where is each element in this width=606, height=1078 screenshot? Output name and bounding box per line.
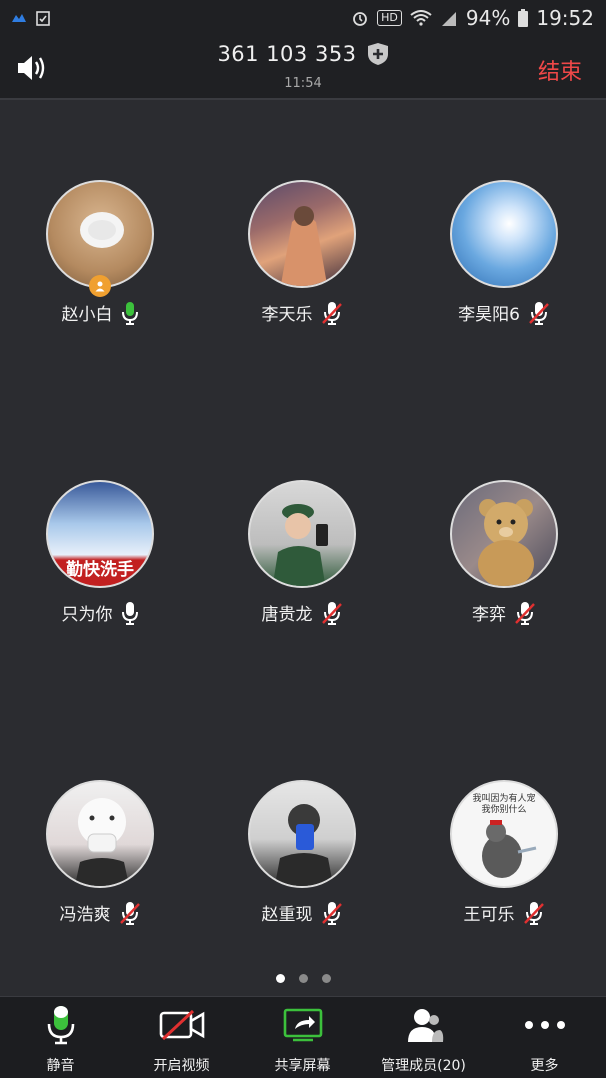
participant-tile[interactable]: 勤快洗手 只为你 xyxy=(0,480,200,640)
end-meeting-button[interactable]: 结束 xyxy=(538,54,582,86)
page-dot[interactable] xyxy=(321,974,331,983)
meeting-timer: 11:54 xyxy=(284,76,322,91)
page-dot-active[interactable] xyxy=(275,974,285,983)
meeting-toolbar: 静音 开启视频 共享屏幕 管理成员(20) 更多 xyxy=(0,996,606,1078)
video-off-icon xyxy=(159,1009,204,1041)
page-dot[interactable] xyxy=(298,974,308,983)
participant-name: 唐贵龙 xyxy=(261,605,313,625)
hd-badge: HD xyxy=(377,10,402,26)
avatar xyxy=(248,480,356,588)
avatar xyxy=(248,780,356,888)
host-user-icon xyxy=(95,281,105,292)
alarm-icon xyxy=(353,12,368,26)
avatar xyxy=(450,180,558,288)
participant-name: 赵小白 xyxy=(61,305,113,325)
avatar xyxy=(46,180,154,288)
share-screen-button[interactable]: 共享屏幕 xyxy=(242,1005,363,1075)
meeting-id: 361 103 353 xyxy=(217,42,357,66)
participant-name: 李昊阳6 xyxy=(458,305,520,325)
page-indicator xyxy=(0,974,606,983)
participant-name: 王可乐 xyxy=(463,905,515,925)
wifi-icon xyxy=(410,10,432,26)
avatar xyxy=(450,480,558,588)
battery-percent: 94% xyxy=(465,6,511,30)
status-bar: HD 94% 19:52 xyxy=(0,0,606,36)
battery-icon xyxy=(518,9,529,27)
task-check-icon xyxy=(36,11,50,26)
participant-name: 李天乐 xyxy=(261,305,313,325)
members-icon xyxy=(407,1009,443,1042)
participant-tile[interactable]: 李天乐 xyxy=(202,180,402,340)
microphone-icon xyxy=(47,1006,74,1045)
mic-muted-icon xyxy=(321,301,342,325)
participant-name: 冯浩爽 xyxy=(59,905,111,925)
participant-name: 只为你 xyxy=(61,605,113,625)
host-badge xyxy=(89,275,111,297)
participant-name: 赵重现 xyxy=(261,905,313,925)
cloud-app-icon xyxy=(12,14,26,22)
mute-button[interactable]: 静音 xyxy=(0,1005,121,1075)
start-video-button[interactable]: 开启视频 xyxy=(121,1005,242,1075)
participant-tile[interactable]: 赵小白 xyxy=(0,180,200,340)
participant-tile[interactable]: 李弈 xyxy=(404,480,604,640)
mic-muted-icon xyxy=(523,901,544,925)
participant-tile[interactable]: 唐贵龙 xyxy=(202,480,402,640)
share-screen-label: 共享屏幕 xyxy=(274,1058,331,1074)
mic-muted-icon xyxy=(321,901,342,925)
avatar: 我叫因为有人宠我你别什么 xyxy=(450,780,558,888)
mic-muted-icon xyxy=(321,601,342,625)
start-video-label: 开启视频 xyxy=(153,1058,210,1074)
avatar-text: 我叫因为有人宠我你别什么 xyxy=(472,794,536,815)
more-icon xyxy=(524,1021,565,1029)
mute-label: 静音 xyxy=(46,1058,75,1074)
clock: 19:52 xyxy=(536,6,594,30)
participant-name: 李弈 xyxy=(472,605,506,625)
avatar xyxy=(46,780,154,888)
participant-tile[interactable]: 我叫因为有人宠我你别什么 王可乐 xyxy=(404,780,604,940)
avatar-text: 勤快洗手 xyxy=(66,560,134,580)
manage-members-button[interactable]: 管理成员(20) xyxy=(363,1005,484,1075)
more-button[interactable]: 更多 xyxy=(484,1005,605,1075)
mic-muted-icon xyxy=(119,901,140,925)
participant-tile[interactable]: 冯浩爽 xyxy=(0,780,200,940)
mic-muted-icon xyxy=(515,601,535,625)
avatar: 勤快洗手 xyxy=(46,480,154,588)
meeting-header: 361 103 353 11:54 结束 xyxy=(0,36,606,100)
share-screen-icon xyxy=(283,1008,322,1042)
mic-active-icon xyxy=(121,301,138,325)
participant-tile[interactable]: 赵重现 xyxy=(202,780,402,940)
participant-tile[interactable]: 李昊阳6 xyxy=(404,180,604,340)
shield-icon[interactable] xyxy=(367,42,389,66)
manage-members-label: 管理成员(20) xyxy=(381,1058,466,1074)
avatar xyxy=(248,180,356,288)
signal-icon xyxy=(441,12,456,26)
mic-icon xyxy=(121,601,138,625)
more-label: 更多 xyxy=(530,1058,559,1074)
mic-muted-icon xyxy=(529,301,549,325)
